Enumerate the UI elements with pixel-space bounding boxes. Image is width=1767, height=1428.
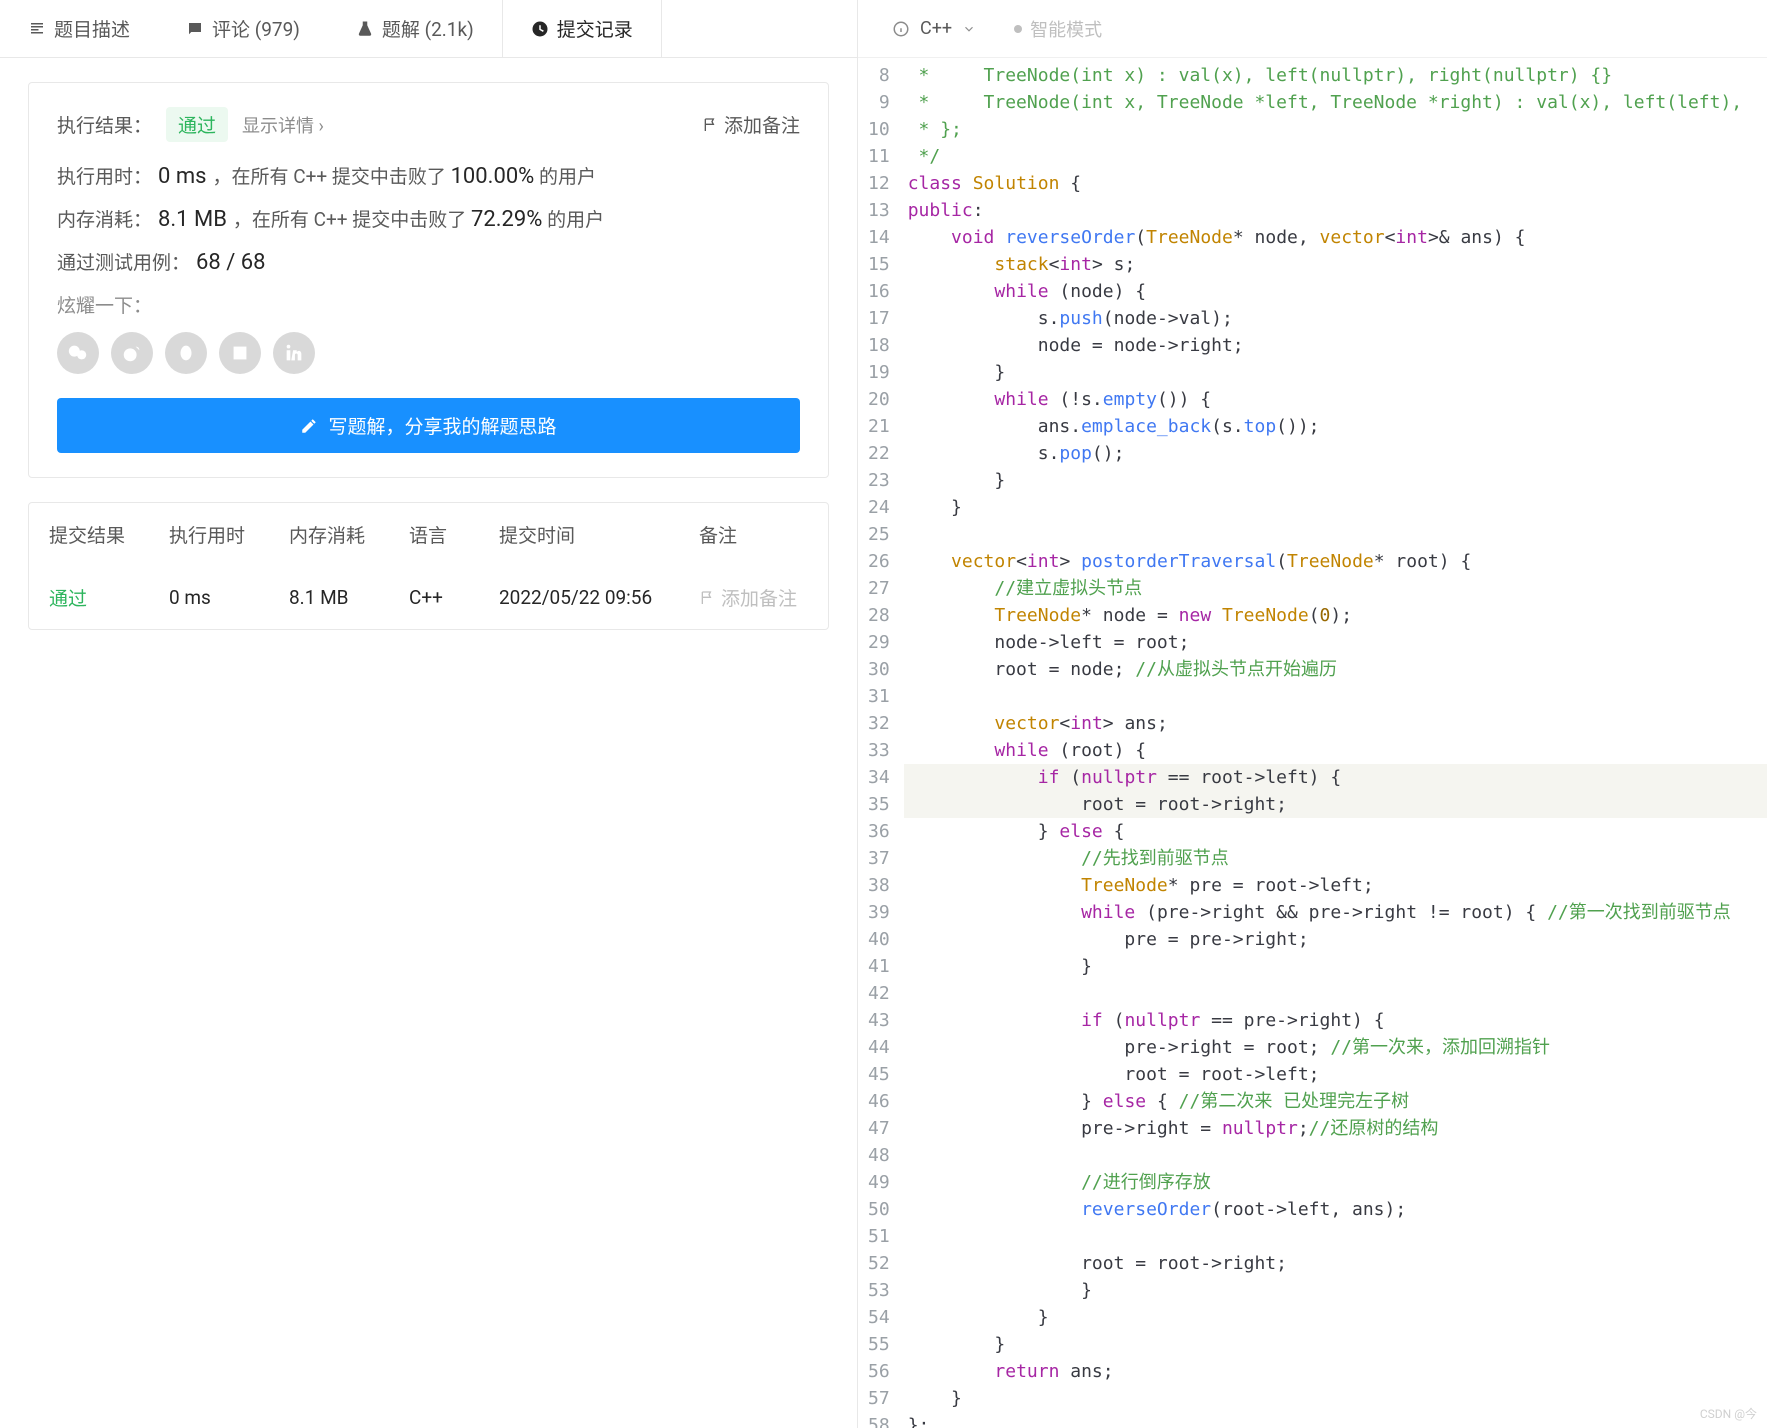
wechat-icon bbox=[67, 342, 89, 364]
linkedin-icon bbox=[283, 342, 305, 364]
auto-mode-indicator[interactable]: 智能模式 bbox=[1014, 16, 1102, 42]
history-table: 提交结果 执行用时 内存消耗 语言 提交时间 备注 通过 0 ms 8.1 MB… bbox=[28, 502, 829, 630]
history-header: 提交结果 执行用时 内存消耗 语言 提交时间 备注 bbox=[29, 503, 828, 566]
tab-submissions[interactable]: 提交记录 bbox=[502, 0, 662, 57]
result-label: 执行结果： bbox=[57, 111, 152, 138]
write-solution-button[interactable]: 写题解，分享我的解题思路 bbox=[57, 398, 800, 453]
tab-description[interactable]: 题目描述 bbox=[0, 0, 158, 57]
row-mem: 8.1 MB bbox=[289, 586, 409, 609]
comment-icon bbox=[186, 20, 204, 38]
tab-label: 评论 (979) bbox=[212, 15, 300, 42]
result-status: 通过 bbox=[166, 107, 228, 142]
wechat-button[interactable] bbox=[57, 332, 99, 374]
share-label: 炫耀一下： bbox=[57, 291, 800, 318]
chevron-down-icon bbox=[962, 22, 976, 36]
row-lang: C++ bbox=[409, 586, 499, 609]
flag-icon bbox=[699, 590, 715, 606]
left-tabs: 题目描述 评论 (979) 题解 (2.1k) 提交记录 bbox=[0, 0, 857, 58]
editor-toolbar: C++ 智能模式 bbox=[858, 0, 1767, 58]
status-dot-icon bbox=[1014, 25, 1022, 33]
show-detail-link[interactable]: 显示详情 › bbox=[242, 112, 324, 138]
line-gutter: 8910111213141516171819202122232425262728… bbox=[858, 58, 904, 1428]
weibo-button[interactable] bbox=[111, 332, 153, 374]
add-note-button[interactable]: 添加备注 bbox=[702, 111, 800, 138]
time-row: 执行用时：0 ms，在所有 C++ 提交中击败了 100.00% 的用户 bbox=[57, 162, 800, 189]
clock-icon bbox=[531, 20, 549, 38]
weibo-icon bbox=[121, 342, 143, 364]
qq-icon bbox=[175, 342, 197, 364]
code-area[interactable]: * TreeNode(int x) : val(x), left(nullptr… bbox=[904, 58, 1767, 1428]
row-ts: 2022/05/22 09:56 bbox=[499, 586, 699, 609]
tab-solutions[interactable]: 题解 (2.1k) bbox=[328, 0, 502, 57]
memory-row: 内存消耗：8.1 MB，在所有 C++ 提交中击败了 72.29% 的用户 bbox=[57, 205, 800, 232]
social-buttons bbox=[57, 332, 800, 374]
history-row[interactable]: 通过 0 ms 8.1 MB C++ 2022/05/22 09:56 添加备注 bbox=[29, 566, 828, 629]
description-icon bbox=[28, 20, 46, 38]
result-card: 执行结果： 通过 显示详情 › 添加备注 执行用时：0 ms，在所有 C++ 提… bbox=[28, 82, 829, 478]
row-time: 0 ms bbox=[169, 586, 289, 609]
row-add-note[interactable]: 添加备注 bbox=[699, 584, 808, 611]
linkedin-button[interactable] bbox=[273, 332, 315, 374]
watermark: CSDN @今 bbox=[1700, 1405, 1757, 1422]
douban-icon bbox=[229, 342, 251, 364]
flask-icon bbox=[356, 20, 374, 38]
tab-label: 提交记录 bbox=[557, 15, 633, 42]
tab-label: 题解 (2.1k) bbox=[382, 15, 474, 42]
pencil-icon bbox=[300, 417, 318, 435]
flag-icon bbox=[702, 117, 718, 133]
qq-button[interactable] bbox=[165, 332, 207, 374]
language-select[interactable]: C++ bbox=[878, 12, 990, 45]
douban-button[interactable] bbox=[219, 332, 261, 374]
code-editor[interactable]: 8910111213141516171819202122232425262728… bbox=[858, 58, 1767, 1428]
tab-label: 题目描述 bbox=[54, 15, 130, 42]
info-icon bbox=[892, 20, 910, 38]
testcase-row: 通过测试用例：68 / 68 bbox=[57, 248, 800, 275]
row-status[interactable]: 通过 bbox=[49, 584, 169, 611]
tab-comments[interactable]: 评论 (979) bbox=[158, 0, 328, 57]
